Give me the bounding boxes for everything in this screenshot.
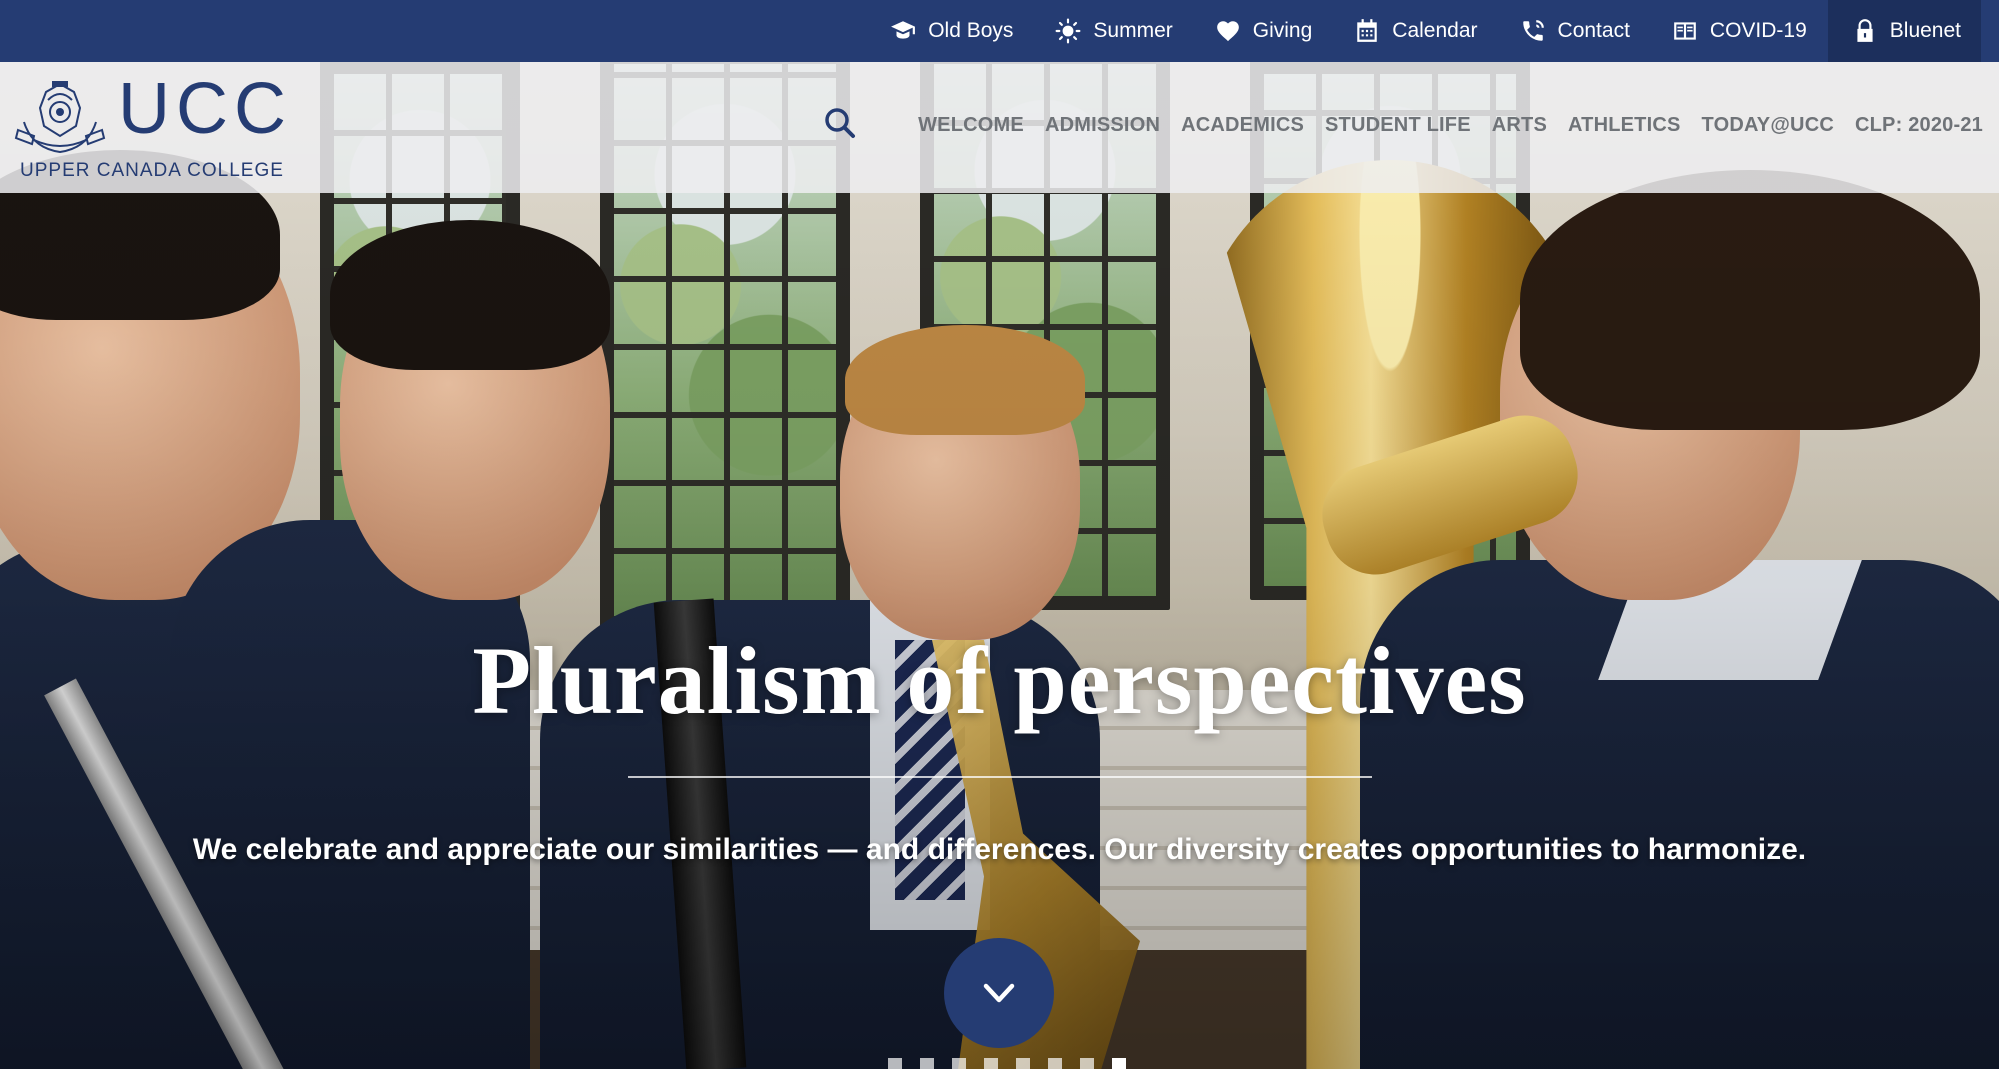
slide-dot[interactable] <box>984 1058 998 1069</box>
nav-item-clp[interactable]: CLP: 2020-21 <box>1855 114 1983 137</box>
hero-subtitle: We celebrate and appreciate our similari… <box>192 833 1807 866</box>
nav-item-today-ucc[interactable]: TODAY@UCC <box>1702 114 1834 137</box>
utility-link-label: Bluenet <box>1889 19 1961 42</box>
site-logo[interactable]: UCC UPPER CANADA COLLEGE <box>14 69 294 186</box>
slide-indicators <box>888 1058 1126 1069</box>
slide-dot[interactable] <box>1016 1058 1030 1069</box>
nav-item-student-life[interactable]: STUDENT LIFE <box>1325 114 1471 137</box>
phone-icon <box>1522 20 1544 41</box>
utility-link-label: COVID-19 <box>1709 19 1807 42</box>
hero-title: Pluralism of perspectives <box>472 627 1527 734</box>
ucc-crest-icon <box>14 81 106 154</box>
slide-dot[interactable] <box>1080 1058 1094 1069</box>
heart-icon <box>1216 21 1239 42</box>
sun-icon <box>1055 18 1081 44</box>
nav-item-admission[interactable]: ADMISSION <box>1045 114 1160 137</box>
lock-icon <box>1857 19 1873 42</box>
slide-dot[interactable] <box>952 1058 966 1069</box>
slide-dot[interactable] <box>1048 1058 1062 1069</box>
slide-dot[interactable] <box>920 1058 934 1069</box>
hero-divider <box>628 776 1372 778</box>
nav-item-athletics[interactable]: ATHLETICS <box>1568 114 1681 137</box>
utility-link-summer[interactable]: Summer <box>1034 0 1193 62</box>
calendar-icon <box>1357 19 1378 42</box>
logo-wordmark: UCC <box>118 69 292 149</box>
utility-link-covid-19[interactable]: COVID-19 <box>1651 0 1828 62</box>
search-icon <box>825 108 855 138</box>
main-nav: WELCOME ADMISSION ACADEMICS STUDENT LIFE… <box>918 114 1983 137</box>
slide-dot[interactable] <box>888 1058 902 1069</box>
utility-link-label: Giving <box>1252 19 1313 42</box>
utility-link-contact[interactable]: Contact <box>1499 0 1651 62</box>
utility-link-old-boys[interactable]: Old Boys <box>869 0 1034 62</box>
nav-item-academics[interactable]: ACADEMICS <box>1181 114 1304 137</box>
utility-bar: Old Boys Summer Giving Calendar Contact … <box>0 0 1999 62</box>
utility-link-label: Summer <box>1093 19 1173 42</box>
utility-nav: Old Boys Summer Giving Calendar Contact … <box>869 0 1981 62</box>
nav-item-welcome[interactable]: WELCOME <box>918 114 1024 137</box>
search-button[interactable] <box>822 104 858 144</box>
utility-link-label: Calendar <box>1392 19 1478 42</box>
utility-link-bluenet[interactable]: Bluenet <box>1827 0 1981 62</box>
book-icon <box>1674 22 1696 40</box>
nav-item-arts[interactable]: ARTS <box>1492 114 1547 137</box>
utility-link-label: Old Boys <box>928 19 1014 42</box>
chevron-down-icon <box>983 983 1015 1003</box>
scroll-down-button[interactable] <box>944 938 1054 1048</box>
utility-link-calendar[interactable]: Calendar <box>1333 0 1498 62</box>
utility-link-label: Contact <box>1557 19 1630 42</box>
graduation-cap-icon <box>891 21 916 39</box>
slide-dot[interactable] <box>1112 1058 1126 1069</box>
main-header: UCC UPPER CANADA COLLEGE WELCOME ADMISSI… <box>0 62 1999 193</box>
logo-school-name: UPPER CANADA COLLEGE <box>20 160 284 181</box>
utility-link-giving[interactable]: Giving <box>1194 0 1334 62</box>
